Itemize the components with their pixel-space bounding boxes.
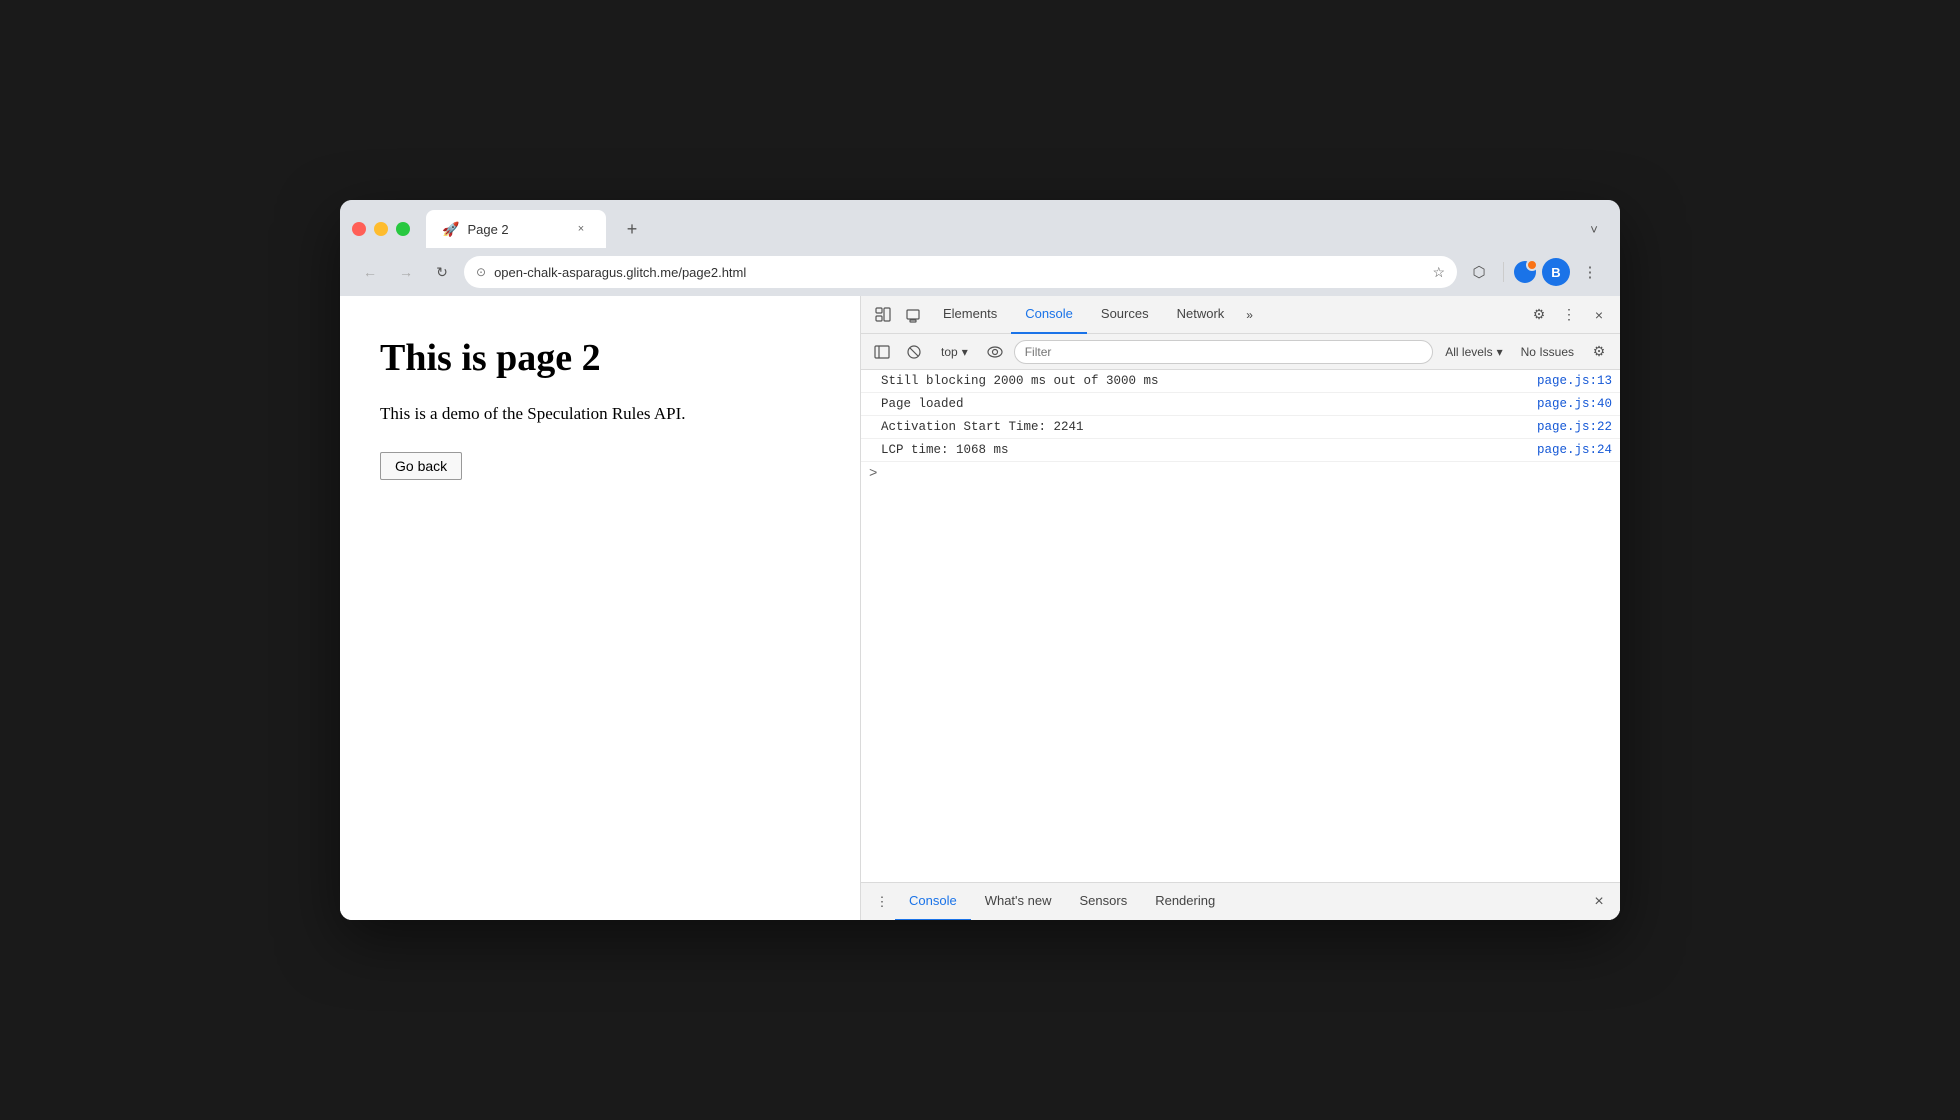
console-no-issues: No Issues	[1515, 343, 1580, 361]
console-log-entry-1: Page loaded page.js:40	[861, 393, 1620, 416]
drawer-menu-button[interactable]: ⋮	[869, 889, 895, 915]
devtools-tabs-toolbar: Elements Console Sources Network » ⚙ ⋮	[861, 296, 1620, 334]
inspect-element-button[interactable]	[869, 301, 897, 329]
back-button[interactable]: ←	[356, 258, 384, 286]
devtools-settings-button[interactable]: ⚙	[1526, 302, 1552, 328]
browser-window: 🚀 Page 2 × + ˅ ← → ↻ ⊙ open-chalk-aspara…	[340, 200, 1620, 920]
console-sidebar-toggle[interactable]	[869, 339, 895, 365]
console-log-entry-2: Activation Start Time: 2241 page.js:22	[861, 416, 1620, 439]
console-context-selector[interactable]: top ▾	[933, 343, 976, 361]
console-prompt-label: >	[869, 466, 877, 482]
console-filter-input[interactable]	[1014, 340, 1434, 364]
forward-button[interactable]: →	[392, 258, 420, 286]
url-bar[interactable]: ⊙ open-chalk-asparagus.glitch.me/page2.h…	[464, 256, 1457, 288]
page-content: This is page 2 This is a demo of the Spe…	[340, 296, 860, 920]
toolbar-divider	[1503, 262, 1504, 282]
drawer-tab-whats-new[interactable]: What's new	[971, 883, 1066, 921]
profile-button[interactable]: B	[1542, 258, 1570, 286]
console-log-link-3[interactable]: page.js:24	[1537, 443, 1612, 457]
console-log-text-3: LCP time: 1068 ms	[881, 443, 1537, 457]
devtools-close-button[interactable]: ×	[1586, 302, 1612, 328]
address-bar: ← → ↻ ⊙ open-chalk-asparagus.glitch.me/p…	[340, 250, 1620, 296]
drawer-close-button[interactable]: ×	[1586, 889, 1612, 915]
console-prompt[interactable]: >	[861, 462, 1620, 486]
console-levels-arrow: ▾	[1497, 345, 1503, 359]
tab-favicon: 🚀	[442, 221, 459, 238]
go-back-button[interactable]: Go back	[380, 452, 462, 480]
active-tab[interactable]: 🚀 Page 2 ×	[426, 210, 606, 248]
console-log-link-2[interactable]: page.js:22	[1537, 420, 1612, 434]
more-options-button[interactable]: ⋮	[1576, 258, 1604, 286]
bookmark-icon[interactable]: ☆	[1432, 264, 1445, 281]
console-settings-button[interactable]: ⚙	[1586, 339, 1612, 365]
tab-network[interactable]: Network	[1163, 296, 1239, 334]
tab-sources[interactable]: Sources	[1087, 296, 1163, 334]
console-log-text-0: Still blocking 2000 ms out of 3000 ms	[881, 374, 1537, 388]
page-heading: This is page 2	[380, 336, 820, 380]
title-bar: 🚀 Page 2 × + ˅	[340, 200, 1620, 250]
close-button[interactable]	[352, 222, 366, 236]
more-tabs-button[interactable]: »	[1238, 308, 1261, 322]
tab-close-button[interactable]: ×	[572, 220, 590, 238]
console-log-text-1: Page loaded	[881, 397, 1537, 411]
drawer-tab-console[interactable]: Console	[895, 883, 971, 921]
devtools-icon[interactable]	[1514, 261, 1536, 283]
reload-button[interactable]: ↻	[428, 258, 456, 286]
tab-expand-button[interactable]: ˅	[1580, 215, 1608, 243]
tab-console[interactable]: Console	[1011, 296, 1087, 334]
traffic-lights	[352, 222, 410, 236]
drawer-tab-rendering[interactable]: Rendering	[1141, 883, 1229, 921]
devtools-panel: Elements Console Sources Network » ⚙ ⋮	[860, 296, 1620, 920]
devtools-tabs: Elements Console Sources Network »	[929, 296, 1524, 334]
console-log-link-0[interactable]: page.js:13	[1537, 374, 1612, 388]
device-toolbar-button[interactable]	[899, 301, 927, 329]
console-log-entry-3: LCP time: 1068 ms page.js:24	[861, 439, 1620, 462]
console-log-text-2: Activation Start Time: 2241	[881, 420, 1537, 434]
console-levels-selector[interactable]: All levels ▾	[1439, 343, 1508, 361]
console-log-link-1[interactable]: page.js:40	[1537, 397, 1612, 411]
page-description: This is a demo of the Speculation Rules …	[380, 404, 820, 424]
console-eye-button[interactable]	[982, 339, 1008, 365]
console-context-arrow: ▾	[962, 345, 968, 359]
devtools-more-button[interactable]: ⋮	[1556, 302, 1582, 328]
url-security-icon: ⊙	[476, 265, 486, 279]
console-levels-label: All levels	[1445, 345, 1492, 359]
url-text: open-chalk-asparagus.glitch.me/page2.htm…	[494, 265, 1424, 280]
maximize-button[interactable]	[396, 222, 410, 236]
tab-elements[interactable]: Elements	[929, 296, 1011, 334]
devtools-drawer: ⋮ Console What's new Sensors Rendering ×	[861, 882, 1620, 920]
extension-icon[interactable]: ⬡	[1465, 258, 1493, 286]
new-tab-button[interactable]: +	[618, 215, 646, 243]
console-output: Still blocking 2000 ms out of 3000 ms pa…	[861, 370, 1620, 882]
drawer-tab-sensors[interactable]: Sensors	[1066, 883, 1142, 921]
toolbar-icons: ⬡ B ⋮	[1465, 258, 1604, 286]
tab-title: Page 2	[467, 222, 564, 237]
console-context-value: top	[941, 345, 958, 359]
minimize-button[interactable]	[374, 222, 388, 236]
console-toolbar: top ▾ All levels ▾ No Issues ⚙	[861, 334, 1620, 370]
devtools-right-icons: ⚙ ⋮ ×	[1526, 302, 1612, 328]
console-log-entry-0: Still blocking 2000 ms out of 3000 ms pa…	[861, 370, 1620, 393]
content-area: This is page 2 This is a demo of the Spe…	[340, 296, 1620, 920]
console-clear-button[interactable]	[901, 339, 927, 365]
